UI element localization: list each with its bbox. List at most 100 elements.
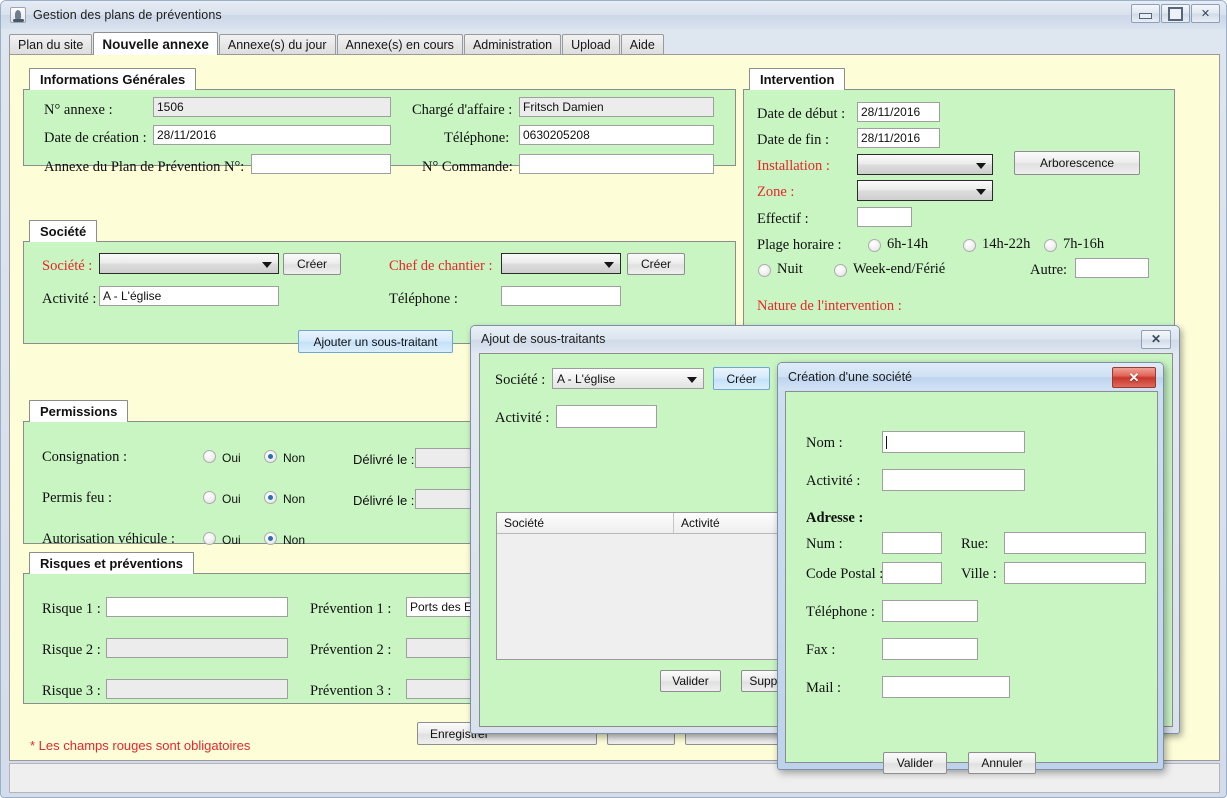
radio-plage-weekend-ferie[interactable]	[834, 264, 847, 277]
chevron-down-icon	[687, 376, 697, 383]
radio-label-autorisation-oui: Oui	[222, 533, 241, 547]
dialog-sous-traitants-title: Ajout de sous-traitants	[481, 332, 606, 346]
group-legend-informations-generales: Informations Générales	[29, 68, 197, 90]
radio-autorisation-vehicule-non[interactable]	[264, 532, 277, 545]
dlg-societe-valider-button[interactable]: Valider	[883, 752, 947, 774]
input-delivre-consignation[interactable]	[415, 448, 472, 468]
creer-chef-chantier-button[interactable]: Créer	[627, 253, 685, 275]
input-num-annexe[interactable]: 1506	[153, 97, 391, 117]
label-nature-intervention: Nature de l'intervention :	[757, 298, 902, 314]
tab-plan-du-site[interactable]: Plan du site	[9, 34, 93, 55]
tab-nouvelle-annexe[interactable]: Nouvelle annexe	[93, 32, 218, 55]
close-icon: ✕	[1200, 8, 1211, 20]
dialog-societe-close-button[interactable]: ✕	[1112, 367, 1156, 388]
tab-annexes-en-cours[interactable]: Annexe(s) en cours	[336, 34, 463, 55]
table-header-societe[interactable]: Société	[497, 513, 674, 533]
dialog-sous-traitants-title-bar: Ajout de sous-traitants	[471, 326, 1179, 352]
label-date-debut: Date de début :	[757, 106, 846, 122]
label-delivre-consignation: Délivré le :	[353, 452, 415, 467]
input-num-commande[interactable]	[519, 154, 714, 174]
radio-consignation-non[interactable]	[264, 450, 277, 463]
tab-annexes-du-jour[interactable]: Annexe(s) du jour	[218, 34, 336, 55]
label-societe: Société :	[42, 258, 93, 274]
select-societe[interactable]	[99, 253, 279, 274]
radio-label-autorisation-non: Non	[283, 533, 306, 547]
label-chef-chantier: Chef de chantier :	[389, 258, 493, 274]
input-mail[interactable]	[882, 676, 1010, 698]
radio-autorisation-vehicule-oui[interactable]	[203, 532, 216, 545]
label-charge-affaire: Chargé d'affaire :	[412, 102, 513, 118]
label-risque-2: Risque 2 :	[42, 642, 101, 658]
input-nom[interactable]	[882, 431, 1025, 453]
select-chef-chantier[interactable]	[501, 253, 621, 274]
input-charge-affaire[interactable]: Fritsch Damien	[519, 97, 714, 117]
maximize-button[interactable]	[1161, 4, 1190, 23]
label-annexe-plan-prevention: Annexe du Plan de Prévention N°:	[44, 159, 245, 175]
tab-administration[interactable]: Administration	[463, 34, 562, 55]
radio-permis-feu-non[interactable]	[264, 491, 277, 504]
input-date-creation[interactable]: 28/11/2016	[153, 125, 391, 145]
radio-plage-7h-16h[interactable]	[1044, 239, 1057, 252]
input-date-fin[interactable]: 28/11/2016	[857, 128, 940, 148]
select-dlg-societe[interactable]: A - L'église	[552, 368, 704, 389]
input-date-debut[interactable]: 28/11/2016	[857, 102, 940, 122]
dlg-sous-traitants-valider-button[interactable]: Valider	[660, 670, 721, 692]
close-icon: ✕	[1128, 369, 1140, 385]
close-button[interactable]: ✕	[1191, 4, 1220, 23]
label-delivre-permis-feu: Délivré le :	[353, 493, 415, 508]
minimize-button[interactable]	[1131, 4, 1160, 23]
dlg-societe-annuler-button[interactable]: Annuler	[968, 752, 1036, 774]
label-effectif: Effectif :	[757, 211, 809, 227]
tab-aide[interactable]: Aide	[620, 34, 664, 55]
java-icon	[10, 7, 26, 23]
input-annexe-plan-prevention[interactable]	[251, 154, 391, 174]
label-mail: Mail :	[806, 680, 842, 696]
radio-label-permis-feu-non: Non	[283, 492, 306, 506]
creer-societe-button[interactable]: Créer	[283, 253, 341, 275]
radio-plage-14h-22h[interactable]	[963, 239, 976, 252]
input-code-postal[interactable]	[882, 562, 942, 584]
input-telephone-general[interactable]: 0630205208	[519, 125, 714, 145]
input-telephone-societe[interactable]	[501, 286, 621, 306]
label-dlg-societe-activite: Activité :	[806, 473, 861, 489]
radio-label-consignation-oui: Oui	[222, 451, 241, 465]
radio-plage-6h-14h[interactable]	[868, 239, 881, 252]
radio-label-consignation-non: Non	[283, 451, 306, 465]
main-tab-bar: Plan du site Nouvelle annexe Annexe(s) d…	[9, 32, 1220, 55]
arborescence-button[interactable]: Arborescence	[1014, 151, 1140, 175]
radio-consignation-oui[interactable]	[203, 450, 216, 463]
input-fax[interactable]	[882, 638, 978, 660]
label-telephone-societe: Téléphone :	[389, 291, 458, 307]
dlg-creer-societe-button[interactable]: Créer	[713, 367, 770, 390]
ajouter-sous-traitant-button[interactable]: Ajouter un sous-traitant	[298, 330, 453, 353]
label-adresse: Adresse :	[806, 510, 864, 526]
radio-permis-feu-oui[interactable]	[203, 491, 216, 504]
tab-upload[interactable]: Upload	[562, 34, 620, 55]
input-risque-3[interactable]	[106, 679, 288, 699]
input-dlg-societe-activite[interactable]	[882, 469, 1025, 491]
input-delivre-permis-feu[interactable]	[415, 489, 472, 509]
radio-label-weekend-ferie: Week-end/Férié	[853, 261, 946, 277]
dialog-sous-traitants-close-button[interactable]: ✕	[1141, 330, 1171, 349]
select-installation[interactable]	[857, 154, 993, 175]
group-legend-permissions: Permissions	[29, 400, 129, 422]
label-dlg-societe: Société :	[495, 372, 546, 388]
input-effectif[interactable]	[857, 207, 912, 227]
dialog-societe-title-bar: Création d'une société	[778, 363, 1163, 390]
input-num[interactable]	[882, 532, 942, 554]
radio-plage-nuit[interactable]	[758, 264, 771, 277]
input-risque-2[interactable]	[106, 638, 288, 658]
input-autre[interactable]	[1075, 258, 1149, 278]
input-dlg-activite[interactable]	[556, 405, 657, 428]
label-nom: Nom :	[806, 435, 843, 451]
input-ville[interactable]	[1004, 562, 1146, 584]
input-activite-societe[interactable]: A - L'église	[99, 286, 279, 306]
label-num-commande: N° Commande:	[422, 159, 513, 175]
label-consignation: Consignation :	[42, 449, 127, 465]
window-controls: ✕	[1131, 4, 1220, 23]
window-title: Gestion des plans de préventions	[33, 8, 222, 22]
input-rue[interactable]	[1004, 532, 1146, 554]
input-risque-1[interactable]	[106, 597, 288, 617]
input-dlg-telephone[interactable]	[882, 600, 978, 622]
select-zone[interactable]	[857, 180, 993, 201]
